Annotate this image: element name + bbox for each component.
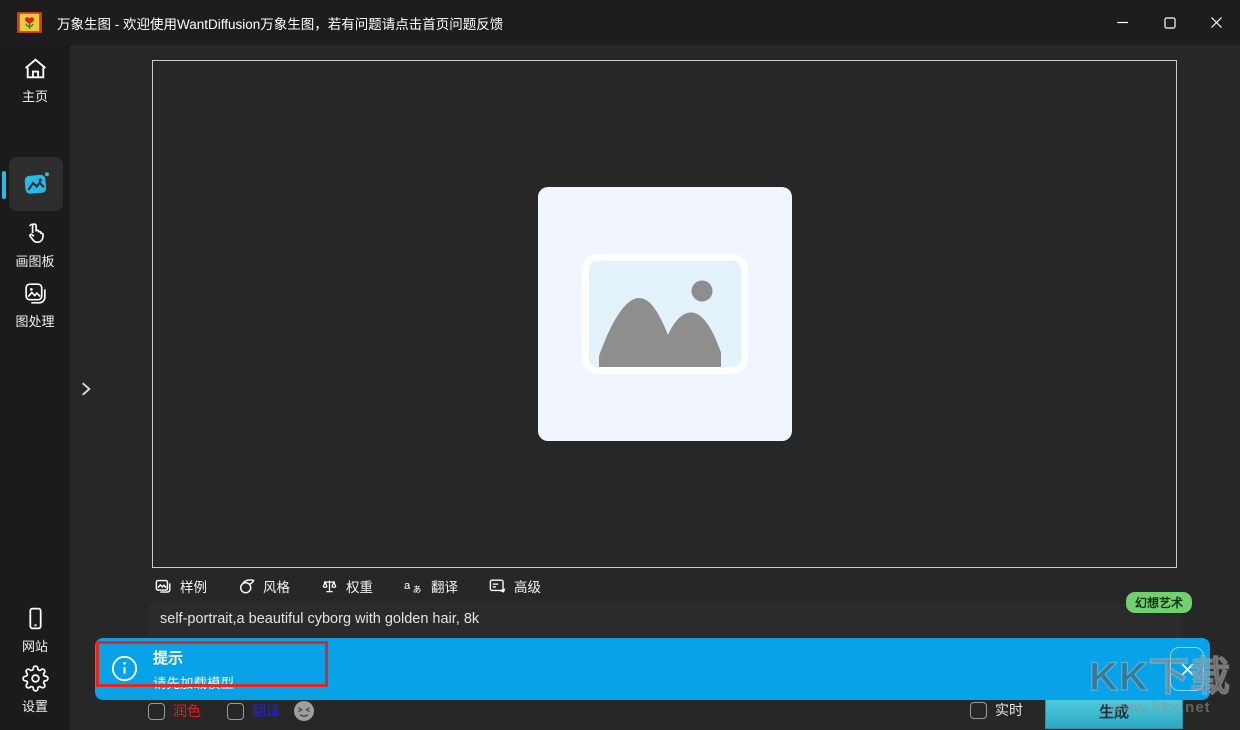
notification-close-button[interactable] [1170, 647, 1204, 691]
style-badge[interactable]: 幻想艺术 [1126, 592, 1193, 613]
window-title: 万象生图 - 欢迎使用WantDiffusion万象生图，若有问题请点击首页问题… [57, 16, 504, 32]
notification-texts: 提示 请先加载模型 [153, 647, 234, 692]
toolbar-item-label: 翻译 [431, 580, 458, 595]
panel-expand-button[interactable] [73, 376, 99, 402]
translate-icon: a ぁ [404, 580, 422, 595]
sidebar: 主页 画图板 图处理 网站 设置 [0, 45, 70, 730]
selected-accent-bar [2, 171, 6, 199]
sidebar-item-image-processing[interactable]: 图处理 [0, 280, 70, 330]
sidebar-item-label: 主页 [21, 89, 48, 104]
minimize-button[interactable] [1099, 0, 1146, 45]
toolbar-item-label: 权重 [346, 580, 373, 595]
notification-title: 提示 [153, 650, 184, 667]
sidebar-item-drawing-board[interactable]: 画图板 [0, 220, 70, 270]
polish-checkbox[interactable] [148, 702, 165, 720]
sidebar-item-ai-image-selected[interactable] [9, 157, 63, 211]
ai-image-generate-icon [24, 172, 49, 194]
emoji-picker-icon [294, 701, 314, 721]
translate-label[interactable]: 翻译 [252, 701, 280, 721]
hand-pointer-icon [28, 223, 44, 244]
toolbar-item-label: 样例 [180, 580, 207, 595]
close-icon [1181, 663, 1193, 675]
sidebar-item-home[interactable]: 主页 [0, 55, 70, 105]
toolbar-item-label: 高级 [514, 580, 541, 595]
close-icon [1211, 17, 1222, 28]
prompt-options-left: 润色 翻译 [148, 700, 315, 722]
polish-label[interactable]: 润色 [173, 701, 201, 721]
info-icon [111, 655, 138, 682]
app-logo-icon [17, 12, 42, 33]
minimize-icon [1117, 21, 1128, 24]
samples-icon [155, 579, 171, 593]
sidebar-item-label: 设置 [21, 699, 48, 714]
main-panel: 样例 风格 权重 a ぁ 翻译 高级 幻想艺术 self-portrait,a … [70, 45, 1240, 730]
translate-checkbox[interactable] [227, 702, 244, 720]
realtime-checkbox[interactable] [970, 701, 987, 719]
emoji-picker-button[interactable] [293, 700, 315, 722]
realtime-label[interactable]: 实时 [995, 700, 1023, 720]
toolbar-item-samples[interactable]: 样例 [154, 576, 207, 596]
gear-icon [21, 665, 49, 692]
toolbar-item-advanced[interactable]: 高级 [488, 576, 541, 596]
toolbar-item-label: 风格 [263, 580, 290, 595]
notification-toast: 提示 请先加载模型 [95, 638, 1210, 700]
sidebar-item-website[interactable]: 网站 [0, 605, 70, 655]
sidebar-item-label: 图处理 [15, 314, 55, 329]
toolbar-item-translate[interactable]: a ぁ 翻译 [403, 576, 458, 596]
window-controls [1099, 0, 1240, 45]
prompt-options-right: 实时 [970, 700, 1023, 720]
sidebar-item-settings[interactable]: 设置 [0, 665, 70, 715]
sidebar-item-label: 画图板 [15, 254, 55, 269]
home-icon [24, 58, 46, 79]
notification-message: 请先加载模型 [153, 676, 234, 691]
app-window: 万象生图 - 欢迎使用WantDiffusion万象生图，若有问题请点击首页问题… [0, 0, 1240, 730]
svg-text:ぁ: ぁ [412, 584, 422, 595]
svg-text:a: a [404, 580, 411, 592]
maximize-button[interactable] [1146, 0, 1193, 45]
toolbar-item-style[interactable]: 风格 [237, 576, 290, 596]
chevron-right-icon [82, 382, 91, 396]
titlebar: 万象生图 - 欢迎使用WantDiffusion万象生图，若有问题请点击首页问题… [0, 0, 1240, 45]
advanced-icon [489, 578, 506, 593]
maximize-icon [1163, 16, 1176, 29]
phone-icon [28, 607, 42, 630]
sidebar-item-label: 网站 [21, 639, 48, 654]
weight-icon [322, 580, 337, 592]
prompt-toolbar: 样例 风格 权重 a ぁ 翻译 高级 [154, 572, 541, 600]
toolbar-item-weight[interactable]: 权重 [320, 576, 373, 596]
image-placeholder-card [537, 187, 792, 441]
image-stack-icon [24, 283, 46, 304]
close-window-button[interactable] [1193, 0, 1240, 45]
style-icon [240, 578, 255, 593]
image-canvas-area [152, 60, 1177, 568]
image-placeholder-icon [588, 261, 741, 367]
